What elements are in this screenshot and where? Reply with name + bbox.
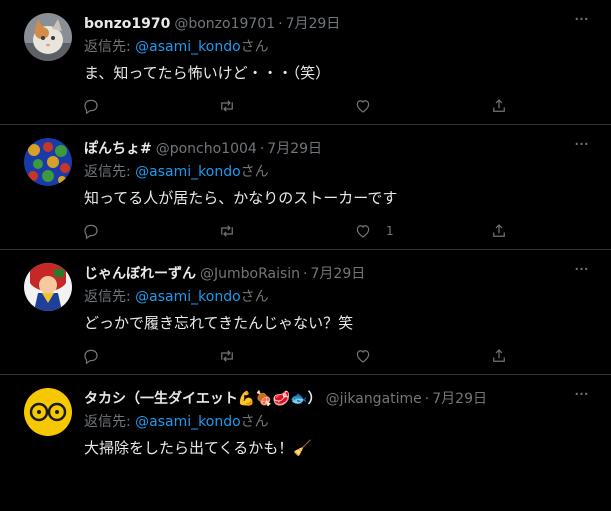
tweet-header: タカシ（一生ダイエット💪🍖🥩🐟） @jikangatime · 7月29日 <box>84 389 571 409</box>
retweet-button[interactable] <box>218 221 236 241</box>
reply-tweet[interactable]: じゃんぼれーずん @JumboRaisin · 7月29日 ··· 返信先: @asa… <box>0 250 611 375</box>
retweet-icon <box>221 225 233 237</box>
user-handle[interactable]: @jikangatime <box>326 391 422 407</box>
reply-button[interactable] <box>82 221 100 241</box>
user-handle[interactable]: @bonzo19701 <box>174 16 275 32</box>
action-bar: 1 <box>82 221 512 241</box>
reply-to-label: 返信先: <box>84 39 136 55</box>
display-name[interactable]: bonzo1970 <box>84 16 170 32</box>
separator-dot: · <box>278 16 283 32</box>
reply-tweet[interactable]: ぽんちょ# @poncho1004 · 7月29日 ··· 返信先: @asami_k… <box>0 125 611 250</box>
retweet-icon <box>221 100 233 112</box>
avatar[interactable] <box>24 388 72 436</box>
display-name[interactable]: じゃんぼれーずん <box>84 266 196 282</box>
share-icon <box>493 349 505 362</box>
separator-dot: · <box>424 391 430 407</box>
separator-dot: · <box>259 141 265 157</box>
share-icon <box>493 99 505 112</box>
heart-icon <box>356 225 370 238</box>
retweet-button[interactable] <box>218 96 236 116</box>
reply-to-label: 返信先: <box>84 289 136 305</box>
tweet-text: 知ってる人が居たら、かなりのストーカーです <box>84 189 398 207</box>
honorific-suffix: さん <box>240 289 269 305</box>
reply-tweet[interactable]: タカシ（一生ダイエット💪🍖🥩🐟） @jikangatime · 7月29日 ··· 返… <box>0 375 611 506</box>
tweet-header: ぽんちょ# @poncho1004 · 7月29日 <box>84 139 571 159</box>
user-handle[interactable]: @JumboRaisin <box>200 266 300 282</box>
glasses-face-avatar-image <box>24 388 72 436</box>
honorific-suffix: さん <box>240 414 269 430</box>
retweet-button[interactable] <box>218 346 236 366</box>
reply-context: 返信先: @asami_kondoさん <box>84 413 269 431</box>
heart-icon <box>356 100 370 113</box>
reply-bubble-icon <box>84 224 98 240</box>
more-dots-icon[interactable]: ··· <box>571 261 591 284</box>
reply-bubble-icon <box>84 99 98 115</box>
mention-link[interactable]: @asami_kondo <box>135 39 240 55</box>
like-button[interactable] <box>354 346 386 366</box>
more-dots-icon[interactable]: ··· <box>571 136 591 159</box>
more-dots-icon[interactable]: ··· <box>571 11 591 34</box>
cat-avatar-image <box>24 13 72 61</box>
separator-dot: · <box>303 266 308 282</box>
tweet-header: じゃんぼれーずん @JumboRaisin · 7月29日 <box>84 264 571 284</box>
share-icon <box>493 224 505 237</box>
display-name[interactable]: ぽんちょ# <box>84 141 152 157</box>
more-dots-icon[interactable]: ··· <box>571 386 591 409</box>
reply-context: 返信先: @asami_kondoさん <box>84 163 269 181</box>
reply-bubble-icon <box>84 349 98 365</box>
reply-button[interactable] <box>82 346 100 366</box>
retweet-icon <box>221 350 233 362</box>
tweet-text: ま、知ってたら怖いけど・・・（笑） <box>84 64 331 82</box>
user-handle[interactable]: @poncho1004 <box>156 141 257 157</box>
mention-link[interactable]: @asami_kondo <box>135 164 240 180</box>
share-button[interactable] <box>490 346 508 366</box>
avatar[interactable] <box>24 138 72 186</box>
playing-card-avatar-image <box>24 263 72 311</box>
mention-link[interactable]: @asami_kondo <box>135 289 240 305</box>
like-button[interactable] <box>354 96 386 116</box>
reply-context: 返信先: @asami_kondoさん <box>84 38 269 56</box>
tweet-header: bonzo1970 @bonzo19701 · 7月29日 <box>84 14 571 34</box>
heart-icon <box>356 350 370 363</box>
reply-to-label: 返信先: <box>84 414 136 430</box>
avatar[interactable] <box>24 13 72 61</box>
tweet-date[interactable]: 7月29日 <box>286 16 341 32</box>
reply-tweet[interactable]: bonzo1970 @bonzo19701 · 7月29日 ··· 返信先: @asa… <box>0 0 611 125</box>
like-count: 1 <box>386 224 394 238</box>
share-button[interactable] <box>490 221 508 241</box>
reply-context: 返信先: @asami_kondoさん <box>84 288 269 306</box>
reply-to-label: 返信先: <box>84 164 136 180</box>
action-bar <box>82 346 512 366</box>
tweet-date[interactable]: 7月29日 <box>267 141 322 157</box>
mention-link[interactable]: @asami_kondo <box>135 414 240 430</box>
tweet-date[interactable]: 7月29日 <box>432 391 487 407</box>
display-name[interactable]: タカシ（一生ダイエット💪🍖🥩🐟） <box>84 391 322 407</box>
honorific-suffix: さん <box>240 164 269 180</box>
honorific-suffix: さん <box>240 39 269 55</box>
tweet-text: どっかで履き忘れてきたんじゃない？笑 <box>84 314 354 332</box>
pattern-avatar-image <box>24 138 72 186</box>
tweet-date[interactable]: 7月29日 <box>311 266 366 282</box>
like-button[interactable]: 1 <box>354 221 394 241</box>
share-button[interactable] <box>490 96 508 116</box>
reply-button[interactable] <box>82 96 100 116</box>
tweet-text: 大掃除をしたら出てくるかも！🧹 <box>84 439 312 457</box>
avatar[interactable] <box>24 263 72 311</box>
action-bar <box>82 96 512 116</box>
